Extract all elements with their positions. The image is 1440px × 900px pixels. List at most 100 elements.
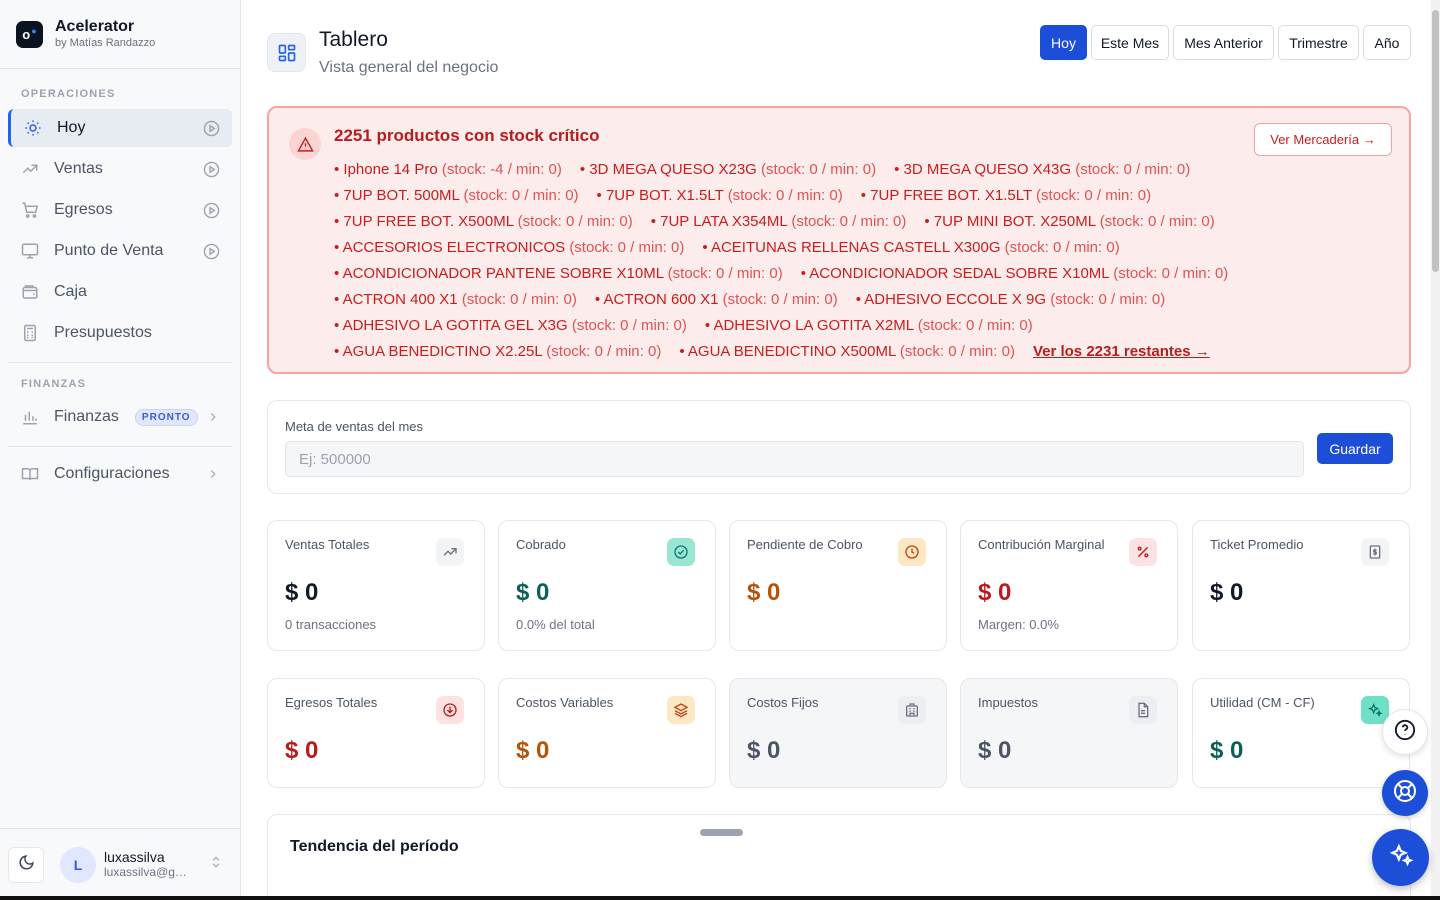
monitor-icon bbox=[20, 241, 40, 261]
brand-subtitle: by Matías Randazzo bbox=[55, 36, 156, 49]
critical-product-item: • ADHESIVO LA GOTITA X2ML (stock: 0 / mi… bbox=[704, 316, 1033, 334]
brand[interactable]: o ● Acelerator by Matías Randazzo bbox=[0, 0, 240, 69]
period-trimestre-button[interactable]: Trimestre bbox=[1278, 25, 1359, 60]
critical-product-item: • 7UP BOT. 500ML (stock: 0 / min: 0) bbox=[334, 186, 579, 204]
warning-icon bbox=[289, 128, 321, 160]
period-ano-button[interactable]: Año bbox=[1363, 25, 1411, 60]
critical-product-item: • 3D MEGA QUESO X43G (stock: 0 / min: 0) bbox=[894, 160, 1191, 178]
book-icon bbox=[20, 464, 40, 484]
check-circle-icon bbox=[667, 538, 695, 566]
sidebar-divider bbox=[8, 446, 232, 447]
product-stock-info: (stock: -4 / min: 0) bbox=[441, 160, 562, 178]
sidebar-item-label: Hoy bbox=[57, 119, 86, 136]
alert-line: • AGUA BENEDICTINO X2.25L (stock: 0 / mi… bbox=[334, 338, 1334, 364]
critical-product-item: • 7UP LATA X354ML (stock: 0 / min: 0) bbox=[650, 212, 907, 230]
sidebar-item-caja[interactable]: Caja bbox=[8, 273, 232, 311]
period-hoy-button[interactable]: Hoy bbox=[1040, 25, 1087, 60]
critical-product-item: • Iphone 14 Pro (stock: -4 / min: 0) bbox=[334, 160, 562, 178]
scrollbar-thumb[interactable] bbox=[1432, 10, 1439, 272]
metric-card-contribuci-n-marginal: Contribución Marginal $ 0 Margen: 0.0% bbox=[960, 520, 1178, 651]
product-stock-info: (stock: 0 / min: 0) bbox=[722, 290, 838, 308]
ver-mercaderia-button[interactable]: Ver Mercadería → bbox=[1254, 123, 1392, 156]
critical-product-item: • 3D MEGA QUESO X23G (stock: 0 / min: 0) bbox=[579, 160, 877, 178]
product-name: 3D MEGA QUESO X43G bbox=[903, 160, 1072, 178]
metric-label: Contribución Marginal bbox=[978, 537, 1105, 552]
sales-goal-input[interactable] bbox=[285, 441, 1304, 477]
critical-product-item: • ADHESIVO LA GOTITA GEL X3G (stock: 0 /… bbox=[334, 316, 687, 334]
alert-line: • ACONDICIONADOR PANTENE SOBRE X10ML (st… bbox=[334, 260, 1334, 286]
sidebar-item-label: Ventas bbox=[54, 160, 103, 177]
sidebar-item-egresos[interactable]: Egresos bbox=[8, 191, 232, 229]
product-name: ACONDICIONADOR SEDAL SOBRE X10ML bbox=[809, 264, 1110, 282]
sidebar-item-configuraciones[interactable]: Configuraciones bbox=[8, 455, 232, 493]
metric-card-pendiente-de-cobro: Pendiente de Cobro $ 0 bbox=[729, 520, 947, 651]
ai-assistant-button[interactable] bbox=[1372, 829, 1429, 886]
metric-card-utilidad-cm-cf: Utilidad (CM - CF) $ 0 bbox=[1192, 678, 1410, 788]
trend-title: Tendencia del período bbox=[290, 838, 459, 855]
sidebar-item-hoy[interactable]: Hoy bbox=[8, 109, 232, 147]
critical-product-item: • ACTRON 600 X1 (stock: 0 / min: 0) bbox=[594, 290, 838, 308]
chevrons-up-down-icon[interactable] bbox=[209, 855, 223, 874]
metric-value: $ 0 bbox=[978, 579, 1012, 606]
metric-label: Costos Fijos bbox=[747, 695, 819, 710]
section-finanzas: FINANZAS bbox=[21, 378, 87, 390]
chevron-right-icon bbox=[206, 410, 220, 424]
product-name: 7UP LATA X354ML bbox=[660, 212, 788, 230]
metric-card-impuestos: Impuestos $ 0 bbox=[960, 678, 1178, 788]
theme-toggle-button[interactable] bbox=[8, 846, 44, 883]
product-name: 7UP BOT. 500ML bbox=[343, 186, 460, 204]
metric-label: Utilidad (CM - CF) bbox=[1210, 695, 1315, 710]
critical-product-item: • ADHESIVO ECCOLE X 9G (stock: 0 / min: … bbox=[855, 290, 1166, 308]
support-button[interactable] bbox=[1382, 770, 1428, 816]
play-circle-icon bbox=[203, 243, 220, 260]
period-este-mes-button[interactable]: Este Mes bbox=[1091, 25, 1169, 60]
critical-product-item: • ACONDICIONADOR PANTENE SOBRE X10ML (st… bbox=[334, 264, 783, 282]
critical-product-item: • 7UP MINI BOT. X250ML (stock: 0 / min: … bbox=[924, 212, 1215, 230]
alert-line: • 7UP BOT. 500ML (stock: 0 / min: 0) • 7U… bbox=[334, 182, 1334, 208]
period-mes-anterior-button[interactable]: Mes Anterior bbox=[1173, 25, 1274, 60]
sidebar-item-label: Egresos bbox=[54, 201, 113, 218]
metric-label: Egresos Totales bbox=[285, 695, 378, 710]
page-subtitle: Vista general del negocio bbox=[319, 59, 499, 76]
user-info[interactable]: luxassilva luxassilva@gm... bbox=[104, 849, 194, 880]
product-stock-info: (stock: 0 / min: 0) bbox=[727, 186, 843, 204]
sidebar-item-presupuestos[interactable]: Presupuestos bbox=[8, 314, 232, 352]
alert-line: • ACTRON 400 X1 (stock: 0 / min: 0) • ACT… bbox=[334, 286, 1334, 312]
metric-label: Impuestos bbox=[978, 695, 1038, 710]
main-content: Tablero Vista general del negocio Hoy Es… bbox=[241, 0, 1431, 900]
metric-label: Costos Variables bbox=[516, 695, 614, 710]
metric-footnote: Margen: 0.0% bbox=[978, 617, 1059, 632]
product-stock-info: (stock: 0 / min: 0) bbox=[1036, 186, 1152, 204]
product-name: ACONDICIONADOR PANTENE SOBRE X10ML bbox=[342, 264, 664, 282]
product-name: 7UP BOT. X1.5LT bbox=[605, 186, 724, 204]
bar-chart-icon bbox=[20, 407, 40, 427]
product-name: ADHESIVO LA GOTITA X2ML bbox=[713, 316, 914, 334]
percent-icon bbox=[1129, 538, 1157, 566]
help-circle-icon bbox=[1394, 719, 1416, 746]
sidebar-item-finanzas[interactable]: Finanzas PRONTO bbox=[8, 398, 232, 436]
guardar-button[interactable]: Guardar bbox=[1317, 433, 1393, 464]
metric-value: $ 0 bbox=[1210, 737, 1244, 764]
sales-goal-panel: Meta de ventas del mes Guardar bbox=[267, 400, 1411, 494]
drag-handle[interactable] bbox=[700, 829, 743, 836]
product-name: 7UP MINI BOT. X250ML bbox=[933, 212, 1096, 230]
product-name: 3D MEGA QUESO X23G bbox=[589, 160, 757, 178]
product-name: ADHESIVO LA GOTITA GEL X3G bbox=[342, 316, 568, 334]
alert-product-list: • Iphone 14 Pro (stock: -4 / min: 0) • 3D… bbox=[334, 156, 1334, 364]
sparkles-icon bbox=[1388, 842, 1414, 873]
critical-product-item: • ACCESORIOS ELECTRONICOS (stock: 0 / mi… bbox=[334, 238, 685, 256]
help-button[interactable] bbox=[1382, 709, 1428, 755]
sidebar-item-punto-de-venta[interactable]: Punto de Venta bbox=[8, 232, 232, 270]
brand-name: Acelerator bbox=[55, 17, 135, 35]
sun-icon bbox=[23, 118, 43, 138]
sidebar-item-ventas[interactable]: Ventas bbox=[8, 150, 232, 188]
product-stock-info: (stock: 0 / min: 0) bbox=[546, 342, 662, 360]
product-stock-info: (stock: 0 / min: 0) bbox=[761, 160, 877, 178]
ver-restantes-link[interactable]: Ver los 2231 restantes → bbox=[1033, 343, 1210, 360]
sidebar-divider bbox=[8, 362, 232, 363]
product-name: ACEITUNAS RELLENAS CASTELL X300G bbox=[710, 238, 1001, 256]
critical-product-item: • ACONDICIONADOR SEDAL SOBRE X10ML (stoc… bbox=[800, 264, 1229, 282]
page-scrollbar[interactable] bbox=[1431, 0, 1440, 900]
avatar[interactable]: L bbox=[60, 846, 96, 883]
alert-line: • ADHESIVO LA GOTITA GEL X3G (stock: 0 /… bbox=[334, 312, 1334, 338]
